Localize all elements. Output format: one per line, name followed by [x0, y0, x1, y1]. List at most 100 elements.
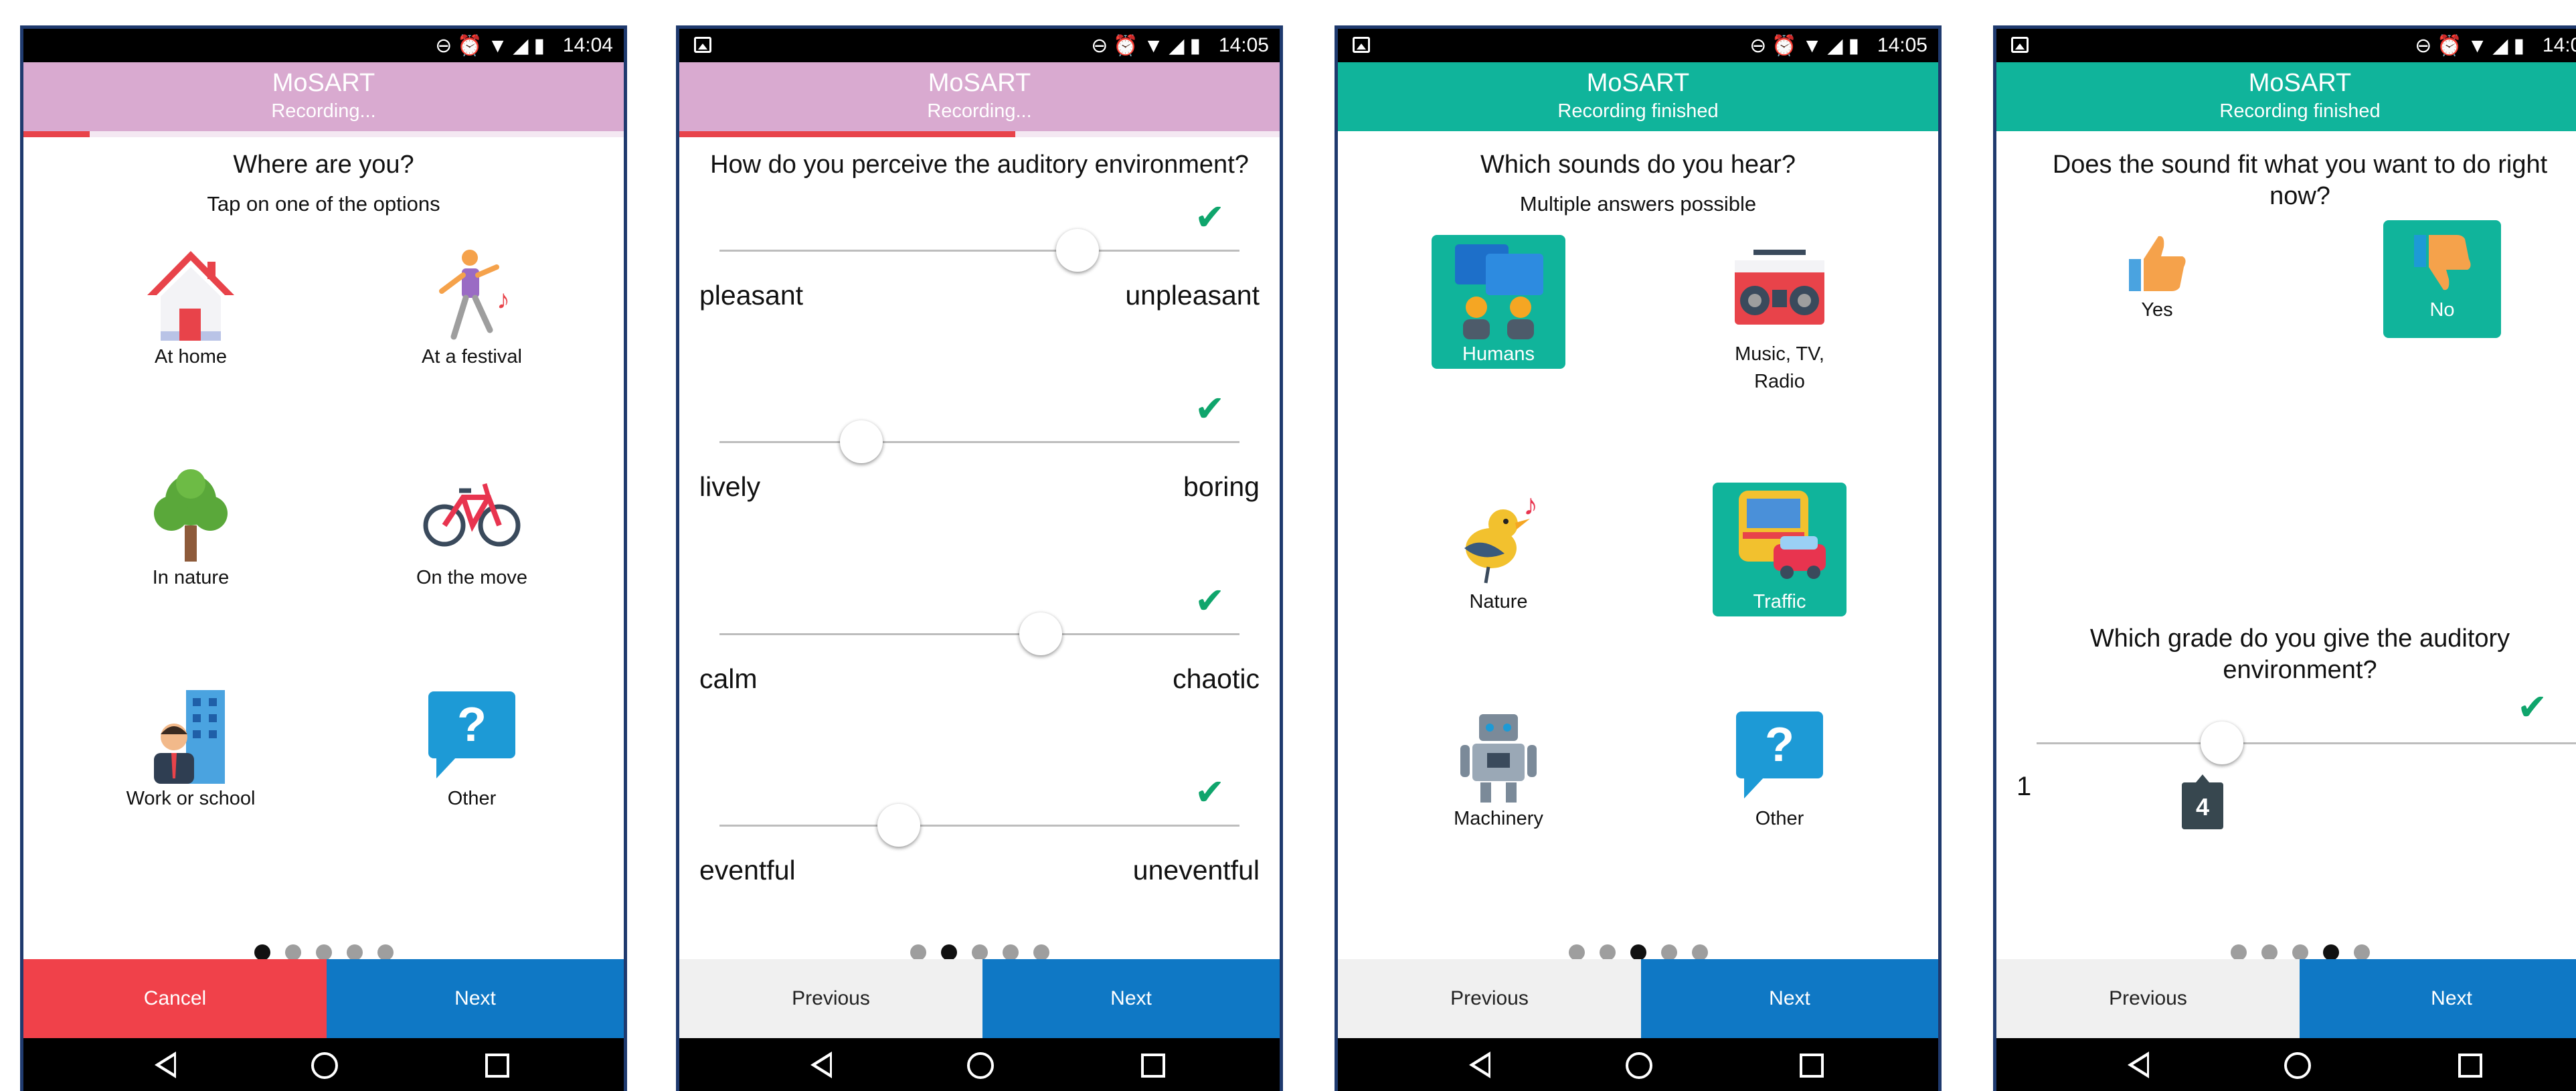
option-humans[interactable]: Humans [1432, 240, 1565, 368]
recent-apps-nav-icon[interactable] [1141, 1054, 1165, 1078]
app-title: MoSART [1586, 69, 1690, 97]
slider-knob[interactable] [840, 420, 883, 463]
option-at-a-festival[interactable]: ♪ At a festival [405, 243, 539, 371]
slider-knob[interactable] [877, 804, 920, 847]
phone-screen-location: ⊖⏰▼◢▮ 14:04 MoSART Recording... Where ar… [20, 25, 627, 1091]
back-nav-icon[interactable] [155, 1052, 176, 1078]
option-nature[interactable]: ♪ Nature [1432, 488, 1565, 616]
back-nav-icon[interactable] [810, 1052, 832, 1078]
option-in-nature[interactable]: In nature [124, 464, 258, 592]
answered-check-icon: ✔ [1195, 772, 1225, 813]
option-at-home[interactable]: At home [124, 243, 258, 371]
question-title: Which sounds do you hear? [1480, 151, 1796, 179]
previous-button[interactable]: Previous [1338, 959, 1641, 1038]
status-icons: ⊖⏰▼◢▮ [2415, 35, 2530, 57]
recent-apps-nav-icon[interactable] [1800, 1054, 1824, 1078]
image-notification-icon [1353, 37, 1370, 53]
slider-knob[interactable] [1056, 229, 1099, 272]
option-yes[interactable]: Yes [2110, 230, 2204, 324]
back-nav-icon[interactable] [2128, 1052, 2149, 1078]
recording-status: Recording finished [2219, 100, 2381, 122]
page-dot [2322, 944, 2339, 960]
android-nav-bar [1996, 1038, 2576, 1091]
status-icons: ⊖⏰▼◢▮ [1091, 35, 1206, 57]
status-time: 14:05 [1218, 34, 1269, 56]
page-dot [1033, 944, 1049, 960]
previous-button[interactable]: Previous [1996, 959, 2300, 1038]
home-nav-icon[interactable] [967, 1052, 994, 1079]
page-dot [940, 944, 957, 960]
grade-value-tooltip: 4 [2182, 774, 2223, 829]
option-label: Yes [2141, 299, 2173, 321]
status-time: 14:05 [2542, 34, 2576, 56]
home-nav-icon[interactable] [311, 1052, 338, 1079]
android-nav-bar [679, 1038, 1280, 1091]
option-other[interactable]: ? Other [405, 685, 539, 813]
option-no[interactable]: No [2395, 230, 2489, 324]
option-label: Traffic [1753, 591, 1806, 612]
slider-track [719, 633, 1239, 635]
app-title: MoSART [928, 69, 1031, 97]
dancer-icon: ♪ [439, 250, 510, 340]
option-other[interactable]: ? Other [1713, 705, 1847, 833]
slider-left-label: pleasant [699, 280, 804, 311]
radio-icon [1735, 250, 1824, 325]
svg-text:?: ? [457, 698, 487, 752]
next-button[interactable]: Next [327, 959, 624, 1038]
button-bar: Previous Next [1338, 959, 1938, 1038]
question-hint: Multiple answers possible [1519, 192, 1757, 216]
slider-track [719, 825, 1239, 827]
home-nav-icon[interactable] [2284, 1052, 2311, 1079]
option-label: Nature [1469, 591, 1528, 612]
option-machinery[interactable]: Machinery [1432, 705, 1565, 833]
recent-apps-nav-icon[interactable] [485, 1054, 509, 1078]
option-traffic[interactable]: Traffic [1713, 488, 1847, 616]
recent-apps-nav-icon[interactable] [2458, 1054, 2482, 1078]
question-title: How do you perceive the auditory environ… [710, 151, 1249, 179]
progress-fill [679, 131, 1016, 137]
question-hint: Tap on one of the options [207, 192, 440, 216]
option-music-tv-radio[interactable]: Music, TV, Radio [1713, 240, 1847, 396]
thumbs-down-icon [2414, 235, 2471, 290]
app-bar: MoSART Recording... [679, 62, 1280, 131]
slider-knob[interactable] [1019, 612, 1062, 655]
next-button[interactable]: Next [1641, 959, 1938, 1038]
progress-bar [23, 131, 624, 137]
option-label: No [2429, 299, 2455, 321]
grade-question: Which grade do you give the auditory env… [2089, 624, 2510, 684]
page-dot [2230, 944, 2247, 960]
tree-icon [154, 469, 228, 562]
option-label: Music, TV, Radio [1735, 343, 1824, 392]
app-bar: MoSART Recording finished [1338, 62, 1938, 131]
question-bubble-icon: ? [1736, 711, 1823, 799]
recording-status: Recording finished [1557, 100, 1719, 122]
previous-button[interactable]: Previous [679, 959, 982, 1038]
image-notification-icon [694, 37, 711, 53]
slider-knob[interactable] [2201, 722, 2243, 764]
back-nav-icon[interactable] [1469, 1052, 1490, 1078]
cancel-button[interactable]: Cancel [23, 959, 327, 1038]
option-work-or-school[interactable]: Work or school [117, 685, 264, 813]
svg-text:♪: ♪ [497, 285, 510, 315]
next-button[interactable]: Next [982, 959, 1280, 1038]
option-on-the-move[interactable]: On the move [405, 464, 539, 592]
next-button[interactable]: Next [2300, 959, 2576, 1038]
phone-screen-fit-grade: ⊖⏰▼◢▮ 14:05 MoSART Recording finished Do… [1993, 25, 2576, 1091]
question-bubble-icon: ? [428, 691, 515, 778]
grade-min-label: 1 [2016, 772, 2032, 801]
status-bar: ⊖⏰▼◢▮ 14:05 [679, 29, 1280, 62]
home-nav-icon[interactable] [1626, 1052, 1652, 1079]
button-bar: Cancel Next [23, 959, 624, 1038]
option-label: On the move [416, 567, 528, 588]
slider-left-label: eventful [699, 855, 796, 886]
android-nav-bar [1338, 1038, 1938, 1091]
app-bar: MoSART Recording finished [1996, 62, 2576, 131]
page-dot [284, 944, 301, 960]
page-dot [1568, 944, 1585, 960]
page-dot [1691, 944, 1708, 960]
option-label: Other [447, 788, 497, 809]
page-dot [346, 944, 363, 960]
people-talking-icon [1455, 244, 1543, 339]
recording-status: Recording... [927, 100, 1032, 122]
option-label: Work or school [126, 788, 256, 809]
